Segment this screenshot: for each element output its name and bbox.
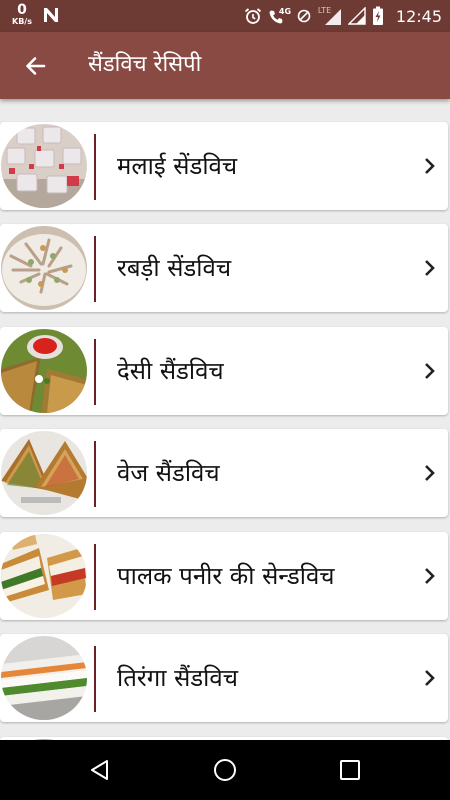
app-notification-icon: [42, 6, 60, 28]
recipe-card-rabdi[interactable]: रबड़ी सेंडविच: [0, 224, 448, 312]
recipe-label: देसी सैंडविच: [117, 357, 224, 385]
network-speed-value: 0: [17, 2, 27, 18]
recipe-card-tiranga[interactable]: तिरंगा सैंडविच: [0, 634, 448, 722]
signal-bars-icon: [347, 7, 366, 25]
recipe-thumbnail: [1, 636, 87, 720]
nav-back-button[interactable]: [85, 755, 115, 785]
card-divider: [94, 339, 96, 405]
alarm-icon: [244, 8, 261, 24]
recipe-thumbnail: [1, 431, 87, 515]
recipe-card-palak-paneer[interactable]: पालक पनीर की सेन्डविच: [0, 532, 448, 620]
recipe-thumbnail: [1, 124, 87, 208]
chevron-right-icon: [425, 465, 435, 481]
network-type-label: 4G: [278, 7, 292, 16]
page-title: सैंडविच रेसिपी: [88, 52, 202, 77]
app-bar: सैंडविच रेसिपी: [0, 32, 450, 99]
card-divider: [94, 544, 96, 610]
arrow-left-icon: [26, 57, 46, 75]
square-recents-icon: [340, 760, 360, 780]
back-button[interactable]: [20, 51, 50, 81]
recipe-label: पालक पनीर की सेन्डविच: [117, 562, 335, 590]
clock: 12:45: [395, 6, 442, 26]
recipe-label: मलाई सेंडविच: [117, 152, 238, 180]
recipe-label: तिरंगा सैंडविच: [117, 664, 238, 692]
nav-recents-button[interactable]: [335, 755, 365, 785]
data-saver-icon: [297, 9, 311, 23]
recipe-card-veg[interactable]: वेज सैंडविच: [0, 429, 448, 517]
chevron-right-icon: [425, 260, 435, 276]
chevron-right-icon: [425, 670, 435, 686]
card-divider: [94, 236, 96, 302]
chevron-right-icon: [425, 363, 435, 379]
card-divider: [94, 134, 96, 200]
call-4g-icon: 4G: [268, 7, 292, 25]
recipe-label: वेज सैंडविच: [117, 459, 220, 487]
card-divider: [94, 441, 96, 507]
recipe-label: रबड़ी सेंडविच: [117, 254, 232, 282]
chevron-right-icon: [425, 158, 435, 174]
recipe-card-desi[interactable]: देसी सैंडविच: [0, 327, 448, 415]
triangle-back-icon: [91, 760, 108, 780]
recipe-thumbnail: [1, 226, 87, 310]
status-bar: 0 KB/s 4G LTE 12:45: [0, 0, 450, 32]
navigation-bar: [0, 740, 450, 800]
recipe-thumbnail: [1, 329, 87, 413]
circle-home-icon: [214, 759, 236, 781]
battery-charging-icon: [372, 6, 383, 25]
network-speed: 0 KB/s: [10, 3, 34, 26]
recipe-thumbnail: [1, 534, 87, 618]
recipe-list[interactable]: मलाई सेंडविच रबड़ी सेंडविच देसी सैंडविच …: [0, 99, 450, 740]
card-divider: [94, 646, 96, 712]
nav-home-button[interactable]: [210, 755, 240, 785]
signal-lte: LTE: [318, 6, 342, 26]
chevron-right-icon: [425, 568, 435, 584]
status-icons: 4G LTE 12:45: [244, 0, 442, 32]
network-speed-unit: KB/s: [12, 17, 32, 26]
recipe-card-malai[interactable]: मलाई सेंडविच: [0, 122, 448, 210]
